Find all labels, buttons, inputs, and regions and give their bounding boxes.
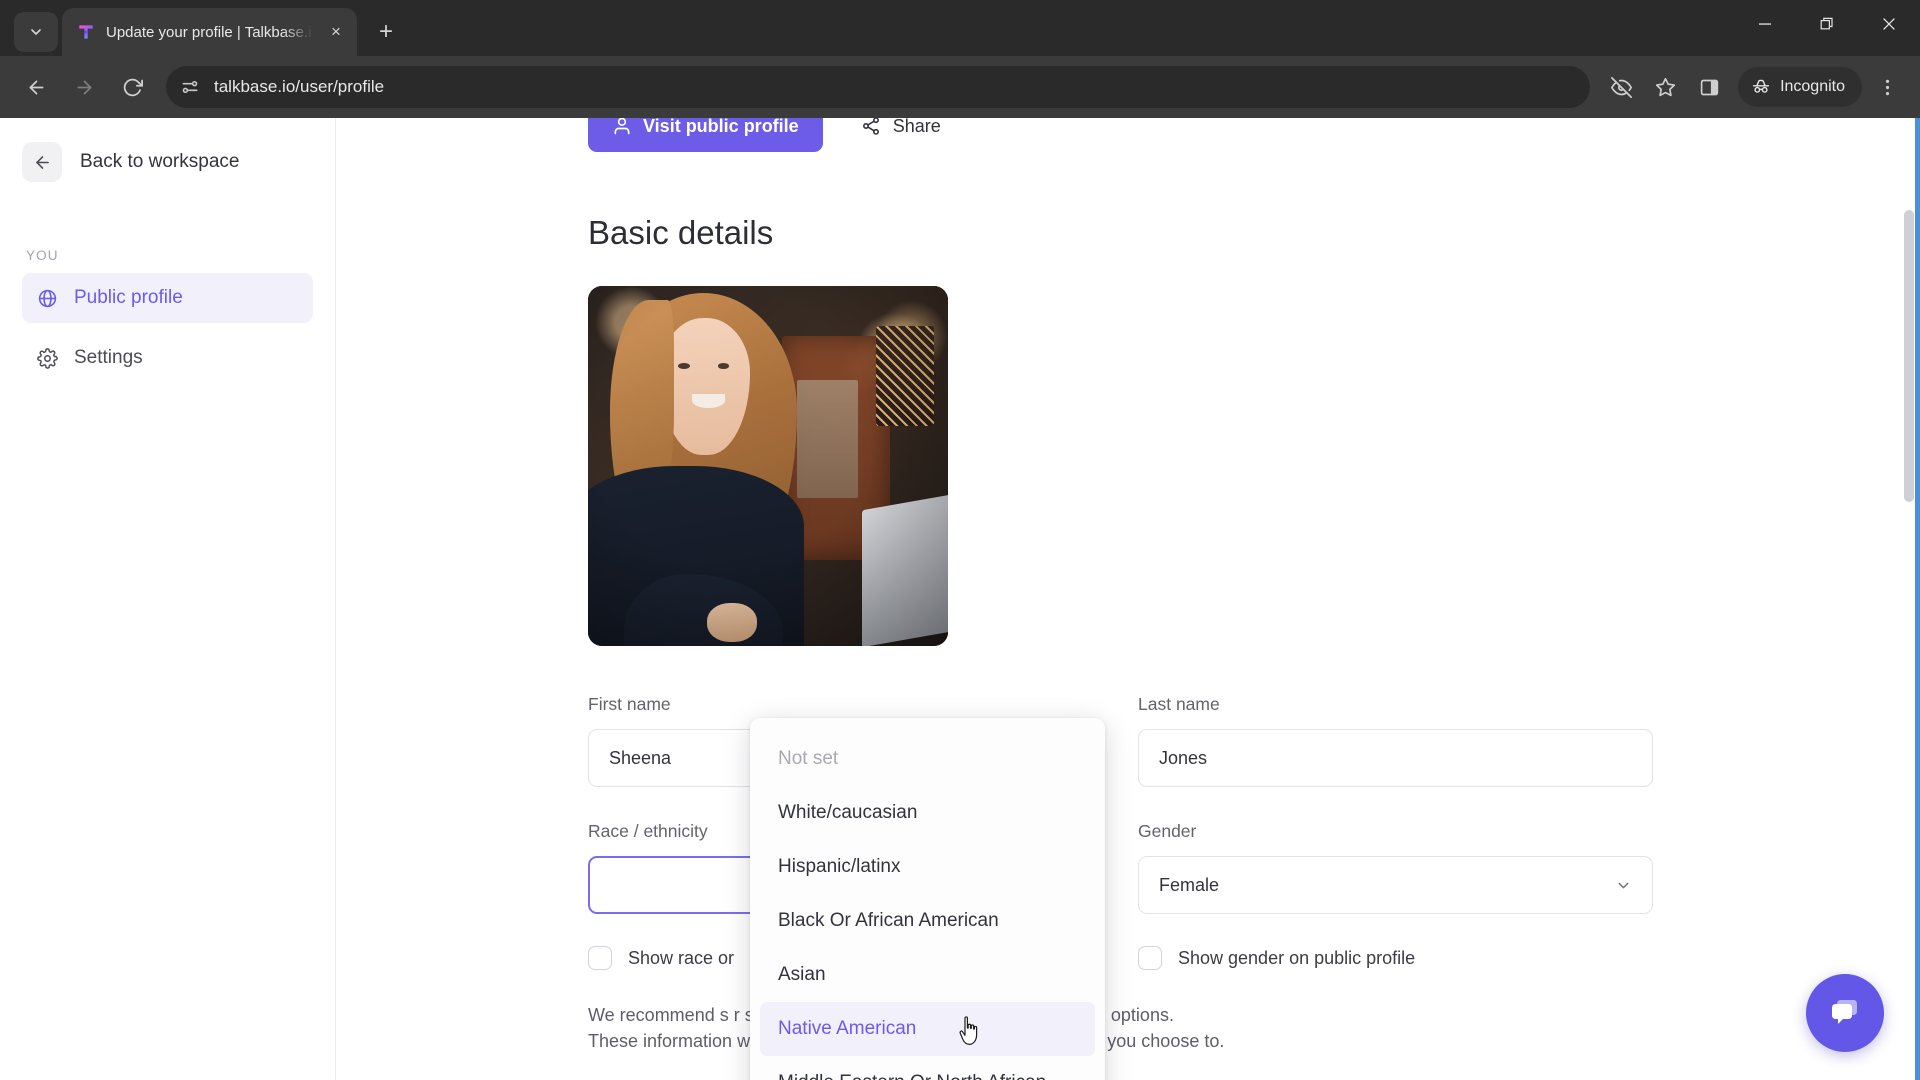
incognito-icon — [1753, 79, 1770, 93]
toolbar-right-icons: Incognito — [1602, 67, 1906, 107]
close-icon — [1883, 18, 1895, 30]
back-to-workspace-label: Back to workspace — [80, 151, 240, 172]
browser-tab[interactable]: Update your profile | Talkbase.i × — [62, 8, 357, 56]
chevron-down-icon — [1615, 877, 1632, 894]
dropdown-option-white[interactable]: White/caucasian — [750, 786, 1105, 840]
last-name-input[interactable]: Jones — [1138, 729, 1653, 787]
side-panel-button[interactable] — [1690, 68, 1728, 106]
show-race-label: Show race or — [628, 947, 735, 968]
maximize-button[interactable] — [1796, 0, 1858, 48]
site-settings-icon[interactable] — [180, 77, 200, 97]
page-title: Basic details — [588, 214, 774, 251]
show-gender-label: Show gender on public profile — [1178, 947, 1416, 968]
reload-icon — [123, 78, 143, 96]
incognito-label: Incognito — [1780, 78, 1845, 95]
visit-public-profile-button[interactable]: Visit public profile — [588, 118, 823, 152]
chat-widget-button[interactable] — [1806, 974, 1884, 1052]
share-button[interactable]: Share — [838, 118, 963, 152]
eye-off-icon — [1610, 76, 1632, 98]
page-viewport: Back to workspace YOU Public profile Set… — [0, 118, 1920, 1080]
minimize-button[interactable] — [1734, 0, 1796, 48]
browser-toolbar: talkbase.io/user/profile Incognito — [0, 56, 1920, 118]
back-to-workspace-button[interactable]: Back to workspace — [22, 140, 313, 184]
minimize-icon — [1759, 23, 1771, 25]
tracking-protection-button[interactable] — [1602, 68, 1640, 106]
profile-photo[interactable] — [588, 286, 948, 646]
dropdown-option-not-set[interactable]: Not set — [750, 732, 1105, 786]
visit-public-profile-label: Visit public profile — [643, 118, 799, 136]
last-name-group: Last name Jones — [1138, 694, 1653, 787]
back-button[interactable] — [14, 65, 58, 109]
gender-group: Gender Female — [1138, 821, 1653, 914]
dropdown-option-native-american[interactable]: Native American — [760, 1002, 1095, 1056]
tab-title: Update your profile | Talkbase.i — [106, 23, 312, 41]
show-race-checkbox[interactable] — [588, 946, 612, 970]
address-bar[interactable]: talkbase.io/user/profile — [166, 66, 1591, 108]
sidebar-item-label: Settings — [74, 347, 143, 368]
gender-select[interactable]: Female — [1138, 856, 1653, 914]
last-name-label: Last name — [1138, 694, 1220, 714]
gender-label: Gender — [1138, 821, 1197, 841]
url-text: talkbase.io/user/profile — [214, 77, 385, 96]
browser-window: Update your profile | Talkbase.i × + tal… — [0, 0, 1920, 1080]
bookmark-button[interactable] — [1646, 68, 1684, 106]
gear-icon — [36, 347, 58, 369]
back-arrow-icon — [22, 142, 62, 182]
race-ethnicity-dropdown[interactable]: Not set White/caucasian Hispanic/latinx … — [750, 718, 1105, 1080]
more-vertical-icon — [1885, 79, 1889, 95]
dropdown-option-middle-eastern[interactable]: Middle Eastern Or North African — [750, 1056, 1105, 1080]
share-label: Share — [892, 118, 941, 136]
incognito-indicator[interactable]: Incognito — [1738, 67, 1862, 107]
show-gender-checkbox-row[interactable]: Show gender on public profile — [1138, 946, 1653, 970]
chevron-down-icon — [31, 29, 41, 35]
sidebar: Back to workspace YOU Public profile Set… — [0, 118, 336, 1080]
reload-button[interactable] — [110, 65, 154, 109]
globe-icon — [36, 287, 58, 309]
gender-value: Female — [1159, 874, 1220, 895]
page-scrollbar[interactable] — [1902, 118, 1916, 1080]
close-button[interactable] — [1858, 0, 1920, 48]
arrow-right-icon — [77, 80, 91, 94]
forward-button — [62, 65, 106, 109]
window-focus-edge — [1915, 118, 1920, 1080]
scrollbar-thumb[interactable] — [1904, 210, 1914, 502]
tab-close-icon[interactable]: × — [323, 19, 349, 45]
photo-vignette — [588, 286, 948, 646]
form-column-right: Last name Jones Gender Female Show gende… — [1138, 694, 1653, 970]
tab-strip: Update your profile | Talkbase.i × + — [0, 0, 1920, 56]
dropdown-option-black[interactable]: Black Or African American — [750, 894, 1105, 948]
dropdown-option-hispanic[interactable]: Hispanic/latinx — [750, 840, 1105, 894]
dropdown-option-asian[interactable]: Asian — [750, 948, 1105, 1002]
window-controls — [1734, 0, 1920, 48]
sidebar-item-public-profile[interactable]: Public profile — [22, 273, 313, 323]
show-gender-checkbox[interactable] — [1138, 946, 1162, 970]
chat-bubble-icon — [1832, 1000, 1857, 1024]
sidebar-item-settings[interactable]: Settings — [22, 333, 313, 383]
side-panel-icon — [1700, 79, 1718, 95]
chrome-menu-button[interactable] — [1868, 68, 1906, 106]
first-name-label: First name — [588, 694, 671, 714]
restore-icon — [1820, 17, 1833, 30]
sidebar-item-label: Public profile — [74, 287, 183, 308]
star-icon — [1655, 77, 1675, 96]
main-content: Visit public profile Share Basic details — [336, 118, 1920, 1080]
tab-search-button[interactable] — [14, 12, 58, 52]
user-icon — [614, 118, 630, 135]
sidebar-section-label: YOU — [26, 248, 59, 263]
profile-actions: Visit public profile Share — [588, 118, 1920, 152]
new-tab-button[interactable]: + — [369, 15, 403, 49]
share-icon — [862, 118, 879, 135]
arrow-left-icon — [29, 80, 43, 94]
talkbase-logo-icon — [76, 22, 96, 42]
